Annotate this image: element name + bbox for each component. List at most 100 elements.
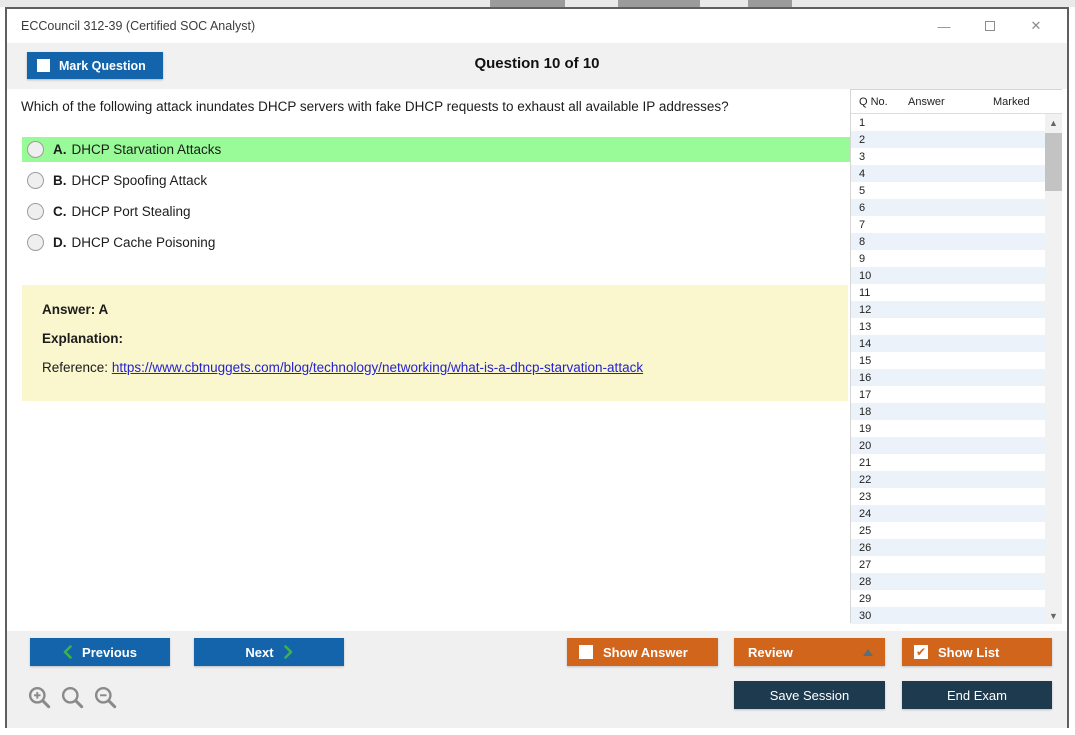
row-qno: 14 xyxy=(859,337,872,350)
row-qno: 6 xyxy=(859,201,866,214)
previous-label: Previous xyxy=(82,644,137,660)
question-list-row[interactable]: 7 xyxy=(851,216,1045,233)
question-list-row[interactable]: 13 xyxy=(851,318,1045,335)
show-list-button[interactable]: ✔ Show List xyxy=(902,638,1052,666)
question-list-row[interactable]: 8 xyxy=(851,233,1045,250)
row-qno: 20 xyxy=(859,439,872,452)
maximize-icon xyxy=(985,21,995,31)
question-list-row[interactable]: 27 xyxy=(851,556,1045,573)
row-qno: 22 xyxy=(859,473,872,486)
row-qno: 29 xyxy=(859,592,872,605)
question-list-row[interactable]: 22 xyxy=(851,471,1045,488)
question-list-row[interactable]: 15 xyxy=(851,352,1045,369)
desktop-strip xyxy=(0,0,1075,7)
end-exam-button[interactable]: End Exam xyxy=(902,681,1052,709)
row-qno: 16 xyxy=(859,371,872,384)
option-text: DHCP Port Stealing xyxy=(71,204,191,219)
row-qno: 17 xyxy=(859,388,872,401)
question-list-row[interactable]: 16 xyxy=(851,369,1045,386)
question-list-row[interactable]: 10 xyxy=(851,267,1045,284)
scroll-thumb[interactable] xyxy=(1045,133,1062,191)
row-qno: 9 xyxy=(859,252,866,265)
question-list-row[interactable]: 25 xyxy=(851,522,1045,539)
show-answer-button[interactable]: Show Answer xyxy=(567,638,718,666)
strip-segment xyxy=(490,0,565,7)
review-button[interactable]: Review xyxy=(734,638,885,666)
radio-icon[interactable] xyxy=(27,203,44,220)
col-qno: Q No. xyxy=(859,95,888,108)
save-session-button[interactable]: Save Session xyxy=(734,681,885,709)
next-button[interactable]: Next xyxy=(194,638,344,666)
close-button[interactable]: ✕ xyxy=(1013,9,1059,43)
question-text: Which of the following attack inundates … xyxy=(21,99,729,114)
question-list-row[interactable]: 17 xyxy=(851,386,1045,403)
question-list-row[interactable]: 23 xyxy=(851,488,1045,505)
row-qno: 5 xyxy=(859,184,866,197)
question-list-row[interactable]: 20 xyxy=(851,437,1045,454)
option-text: DHCP Starvation Attacks xyxy=(71,142,222,157)
explanation-box: Answer: A Explanation: Reference: https:… xyxy=(22,285,848,401)
row-qno: 7 xyxy=(859,218,866,231)
strip-segment xyxy=(618,0,700,7)
maximize-button[interactable] xyxy=(967,9,1013,43)
question-list-row[interactable]: 2 xyxy=(851,131,1045,148)
row-qno: 4 xyxy=(859,167,866,180)
question-list-row[interactable]: 29 xyxy=(851,590,1045,607)
zoom-out-icon[interactable] xyxy=(93,685,119,711)
next-label: Next xyxy=(245,644,274,660)
question-list-row[interactable]: 3 xyxy=(851,148,1045,165)
question-list-row[interactable]: 14 xyxy=(851,335,1045,352)
row-qno: 3 xyxy=(859,150,866,163)
app-window: ECCouncil 312-39 (Certified SOC Analyst)… xyxy=(5,7,1069,728)
reference-link[interactable]: https://www.cbtnuggets.com/blog/technolo… xyxy=(112,360,643,375)
zoom-reset-icon[interactable] xyxy=(60,685,86,711)
previous-button[interactable]: Previous xyxy=(30,638,170,666)
question-list-row[interactable]: 9 xyxy=(851,250,1045,267)
radio-icon[interactable] xyxy=(27,234,44,251)
question-list-row[interactable]: 21 xyxy=(851,454,1045,471)
question-list-row[interactable]: 11 xyxy=(851,284,1045,301)
scrollbar[interactable]: ▲ ▼ xyxy=(1045,114,1062,624)
save-session-label: Save Session xyxy=(769,687,850,703)
option-a[interactable]: A. DHCP Starvation Attacks xyxy=(22,137,860,162)
scroll-up-icon[interactable]: ▲ xyxy=(1045,114,1062,131)
checkbox-checked-icon: ✔ xyxy=(914,645,928,659)
question-list-row[interactable]: 5 xyxy=(851,182,1045,199)
zoom-in-icon[interactable] xyxy=(27,685,53,711)
minimize-button[interactable]: — xyxy=(921,9,967,43)
scroll-down-icon[interactable]: ▼ xyxy=(1045,607,1062,624)
window-title: ECCouncil 312-39 (Certified SOC Analyst) xyxy=(21,19,256,33)
option-c[interactable]: C. DHCP Port Stealing xyxy=(22,199,860,224)
row-qno: 30 xyxy=(859,609,872,622)
question-counter: Question 10 of 10 xyxy=(474,55,600,72)
show-list-label: Show List xyxy=(938,644,1000,660)
answer-label: Answer: A xyxy=(42,302,109,317)
chevron-left-icon xyxy=(63,645,72,659)
question-list-row[interactable]: 24 xyxy=(851,505,1045,522)
question-list-row[interactable]: 12 xyxy=(851,301,1045,318)
question-list-row[interactable]: 1 xyxy=(851,114,1045,131)
show-answer-label: Show Answer xyxy=(603,644,688,660)
radio-icon[interactable] xyxy=(27,141,44,158)
question-list-row[interactable]: 18 xyxy=(851,403,1045,420)
option-d[interactable]: D. DHCP Cache Poisoning xyxy=(22,230,860,255)
row-qno: 19 xyxy=(859,422,872,435)
question-list-row[interactable]: 19 xyxy=(851,420,1045,437)
row-qno: 12 xyxy=(859,303,872,316)
question-list-row[interactable]: 26 xyxy=(851,539,1045,556)
option-text: DHCP Spoofing Attack xyxy=(71,173,208,188)
question-list-row[interactable]: 4 xyxy=(851,165,1045,182)
question-list-row[interactable]: 30 xyxy=(851,607,1045,624)
row-qno: 24 xyxy=(859,507,872,520)
radio-icon[interactable] xyxy=(27,172,44,189)
row-qno: 15 xyxy=(859,354,872,367)
row-qno: 18 xyxy=(859,405,872,418)
reference-label: Reference: xyxy=(42,360,109,375)
question-list-row[interactable]: 6 xyxy=(851,199,1045,216)
row-qno: 1 xyxy=(859,116,866,129)
option-letter: B. xyxy=(53,173,67,188)
question-list-row[interactable]: 28 xyxy=(851,573,1045,590)
option-text: DHCP Cache Poisoning xyxy=(71,235,216,250)
option-b[interactable]: B. DHCP Spoofing Attack xyxy=(22,168,860,193)
title-bar: ECCouncil 312-39 (Certified SOC Analyst)… xyxy=(7,9,1067,43)
